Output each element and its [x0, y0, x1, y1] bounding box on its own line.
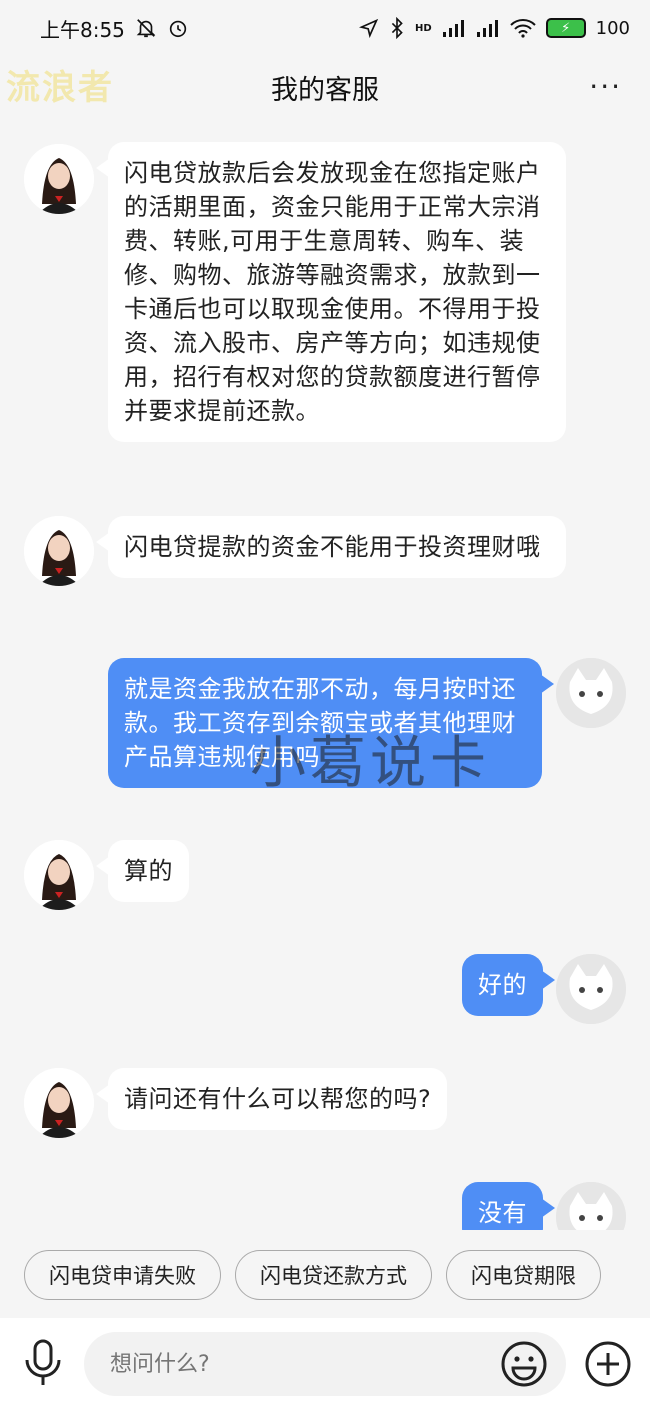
agent-message: 闪电贷提款的资金不能用于投资理财哦: [96, 516, 566, 578]
header: 我的客服 ···: [0, 56, 650, 118]
quick-reply-chip[interactable]: 闪电贷期限: [446, 1250, 601, 1300]
agent-message: 请问还有什么可以帮您的吗?: [95, 1068, 448, 1130]
add-icon[interactable]: [584, 1340, 632, 1388]
user-avatar: [556, 954, 626, 1024]
bluetooth-icon: [391, 17, 403, 39]
status-bar: 上午8:55 HD ⚡ 100: [0, 0, 650, 56]
quick-reply-chip[interactable]: 闪电贷申请失败: [24, 1250, 221, 1300]
status-right: HD ⚡ 100: [358, 17, 630, 39]
agent-avatar: [24, 840, 94, 910]
user-message: 就是资金我放在那不动，每月按时还款。我工资存到余额宝或者其他理财产品算违规使用吗: [108, 658, 554, 788]
status-time: 上午8:55: [40, 17, 125, 42]
agent-message: 闪电贷放款后会发放现金在您指定账户的活期里面，资金只能用于正常大宗消费、转账,可…: [96, 142, 566, 442]
quick-reply-chip[interactable]: 闪电贷还款方式: [235, 1250, 432, 1300]
battery-icon: ⚡: [545, 18, 586, 38]
signal-icon-2: [476, 20, 498, 37]
quick-replies: 闪电贷申请失败 闪电贷还款方式 闪电贷期限: [0, 1240, 650, 1310]
user-message: 没有: [462, 1182, 555, 1230]
status-left: 上午8:55: [40, 14, 189, 43]
agent-avatar: [24, 516, 94, 586]
message-input[interactable]: [84, 1332, 566, 1396]
page-title: 我的客服: [271, 74, 379, 106]
location-icon: [358, 18, 379, 38]
more-options-button[interactable]: ···: [589, 70, 622, 103]
alarm-icon: [169, 20, 187, 38]
wifi-icon: [509, 19, 536, 38]
user-message: 好的: [462, 954, 555, 1016]
mute-bell-icon: [136, 19, 156, 38]
chat-messages[interactable]: 闪电贷放款后会发放现金在您指定账户的活期里面，资金只能用于正常大宗消费、转账,可…: [0, 118, 650, 1230]
microphone-icon[interactable]: [22, 1338, 64, 1388]
agent-message: 算的: [96, 840, 189, 902]
signal-icon: [442, 20, 464, 37]
hd-label: HD: [414, 22, 432, 34]
agent-avatar: [24, 144, 94, 214]
agent-avatar: [24, 1068, 94, 1138]
emoji-icon[interactable]: [500, 1340, 548, 1388]
battery-percent: 100: [595, 17, 630, 39]
input-bar: [0, 1318, 650, 1409]
user-avatar: [556, 658, 626, 728]
user-avatar: [556, 1182, 626, 1230]
